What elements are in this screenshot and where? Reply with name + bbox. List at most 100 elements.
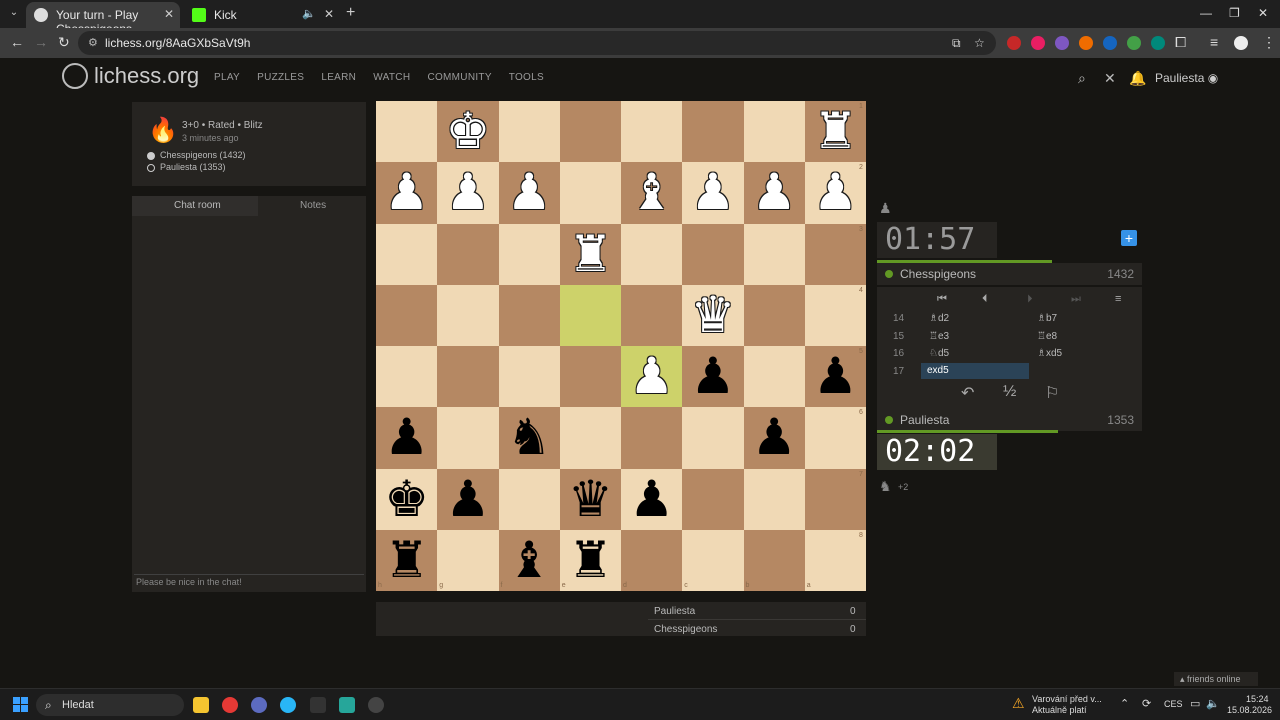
nav-watch[interactable]: WATCH [373, 72, 410, 83]
board-square[interactable] [376, 223, 438, 285]
board-square[interactable] [743, 284, 805, 346]
board-square[interactable] [559, 346, 621, 408]
move-black[interactable]: ♖e8 [1037, 331, 1057, 342]
black-pawn-icon[interactable]: ♟ [805, 346, 866, 407]
board-square[interactable] [376, 346, 438, 408]
nav-tools[interactable]: TOOLS [509, 72, 544, 83]
close-window-button[interactable]: ✕ [1258, 6, 1268, 20]
extension-icon[interactable] [1055, 36, 1069, 50]
board-square[interactable] [682, 468, 744, 530]
nav-community[interactable]: COMMUNITY [427, 72, 491, 83]
board-square[interactable] [437, 284, 499, 346]
warning-icon[interactable]: ⚠ [1012, 695, 1025, 712]
nav-learn[interactable]: LEARN [321, 72, 356, 83]
board-square[interactable] [743, 468, 805, 530]
first-move-icon[interactable]: ⏮ [937, 293, 947, 306]
tray-expand-icon[interactable]: ⌃ [1120, 697, 1129, 710]
white-king-icon[interactable]: ♚ [437, 101, 498, 162]
search-icon[interactable]: ⌕ [1078, 70, 1086, 87]
board-square[interactable] [621, 407, 683, 469]
board-square[interactable] [682, 407, 744, 469]
white-pawn-icon[interactable]: ♟ [376, 162, 437, 223]
adblock-extension-icon[interactable] [1007, 36, 1021, 50]
player-black[interactable]: Pauliesta (1353) [160, 162, 226, 172]
maximize-button[interactable]: ❐ [1229, 6, 1240, 20]
board-square[interactable] [682, 223, 744, 285]
reload-button[interactable]: ↻ [58, 34, 70, 51]
board-square[interactable] [376, 101, 438, 163]
windows-start-icon[interactable] [13, 697, 29, 713]
board-square[interactable] [621, 284, 683, 346]
notification-subtitle[interactable]: Aktuálně platí [1032, 705, 1087, 715]
sync-icon[interactable]: ⟳ [1142, 697, 1151, 710]
offer-draw-button[interactable]: ½ [1003, 383, 1016, 401]
bookmark-star-icon[interactable]: ☆ [974, 36, 985, 50]
next-move-icon[interactable]: ⏵ [1027, 293, 1033, 306]
taskbar-search[interactable]: ⌕ Hledat [36, 694, 184, 716]
board-square[interactable] [437, 346, 499, 408]
board-square[interactable] [559, 162, 621, 224]
white-pawn-icon[interactable]: ♟ [437, 162, 498, 223]
file-explorer-icon[interactable] [193, 697, 209, 713]
audio-icon[interactable]: 🔈 [302, 7, 316, 20]
app-icon[interactable] [310, 697, 326, 713]
black-rook-icon[interactable]: ♜ [376, 530, 437, 591]
tab-notes[interactable]: Notes [300, 200, 326, 211]
white-rook-icon[interactable]: ♜ [560, 224, 621, 285]
player-white[interactable]: Chesspigeons (1432) [160, 150, 246, 160]
board-square[interactable] [437, 529, 499, 591]
app-icon[interactable] [339, 697, 355, 713]
black-pawn-icon[interactable]: ♟ [682, 346, 743, 407]
white-pawn-icon[interactable]: ♟ [682, 162, 743, 223]
move-black[interactable]: ♗xd5 [1037, 348, 1062, 359]
board-square[interactable] [498, 223, 560, 285]
tab-search-icon[interactable]: ⌄ [6, 5, 22, 21]
board-square[interactable] [804, 407, 866, 469]
menu-icon[interactable]: ≡ [1115, 293, 1121, 305]
close-tab-icon[interactable]: ✕ [164, 7, 174, 21]
friends-online-button[interactable]: ▴ friends online [1174, 672, 1258, 686]
chat-input[interactable]: Please be nice in the chat! [134, 574, 364, 590]
white-pawn-icon[interactable]: ♟ [805, 162, 866, 223]
move-white[interactable]: ♘d5 [929, 348, 949, 359]
notification-title[interactable]: Varování před v... [1032, 694, 1102, 704]
app-icon[interactable] [368, 697, 384, 713]
move-white[interactable]: ♗d2 [929, 313, 949, 324]
board-square[interactable] [743, 223, 805, 285]
site-logo[interactable]: lichess.org [62, 63, 199, 89]
profile-avatar[interactable] [1234, 36, 1248, 50]
app-icon[interactable] [251, 697, 267, 713]
extension-icon[interactable] [1031, 36, 1045, 50]
nav-puzzles[interactable]: PUZZLES [257, 72, 304, 83]
board-square[interactable] [498, 284, 560, 346]
board-square[interactable] [621, 101, 683, 163]
nav-play[interactable]: PLAY [214, 72, 240, 83]
board-square[interactable] [559, 284, 621, 346]
white-bishop-icon[interactable]: ♝ [621, 162, 682, 223]
browser-menu-icon[interactable]: ⋮ [1262, 34, 1276, 51]
back-button[interactable]: ← [10, 34, 24, 50]
black-king-icon[interactable]: ♚ [376, 469, 437, 530]
forward-button[interactable]: → [34, 34, 48, 50]
user-menu[interactable]: Pauliesta ◉ [1155, 71, 1218, 85]
board-square[interactable] [743, 101, 805, 163]
board-square[interactable] [804, 468, 866, 530]
move-white[interactable]: ♖e3 [929, 331, 949, 342]
board-square[interactable] [621, 529, 683, 591]
close-tab-icon[interactable]: ✕ [324, 7, 334, 21]
extensions-puzzle-icon[interactable]: ⧠ [1175, 34, 1186, 51]
black-bishop-icon[interactable]: ♝ [499, 530, 560, 591]
black-queen-icon[interactable]: ♛ [560, 469, 621, 530]
move-black[interactable]: ♗b7 [1037, 313, 1057, 324]
board-square[interactable] [437, 223, 499, 285]
add-time-button[interactable]: + [1121, 230, 1137, 246]
white-pawn-icon[interactable]: ♟ [744, 162, 805, 223]
extension-icon[interactable] [1079, 36, 1093, 50]
board-square[interactable] [682, 101, 744, 163]
chess-board[interactable]: ♚ ♜ ♟ ♟ ♟ ♝ ♟ ♟ ♟ ♜ ♛ ♟ ♟ ♟ ♟ ♞ ♟ ♚ ♟ ♛ ♟ ♜ ♝ ♜ 1 2 3 4 5 6 7 8 h g f e d c b a [376, 101, 866, 591]
volume-icon[interactable]: 🔈 [1206, 697, 1220, 710]
tab-chat-room[interactable]: Chat room [174, 200, 221, 211]
black-rook-icon[interactable]: ♜ [560, 530, 621, 591]
extension-icon[interactable] [1151, 36, 1165, 50]
white-queen-icon[interactable]: ♛ [682, 285, 743, 346]
